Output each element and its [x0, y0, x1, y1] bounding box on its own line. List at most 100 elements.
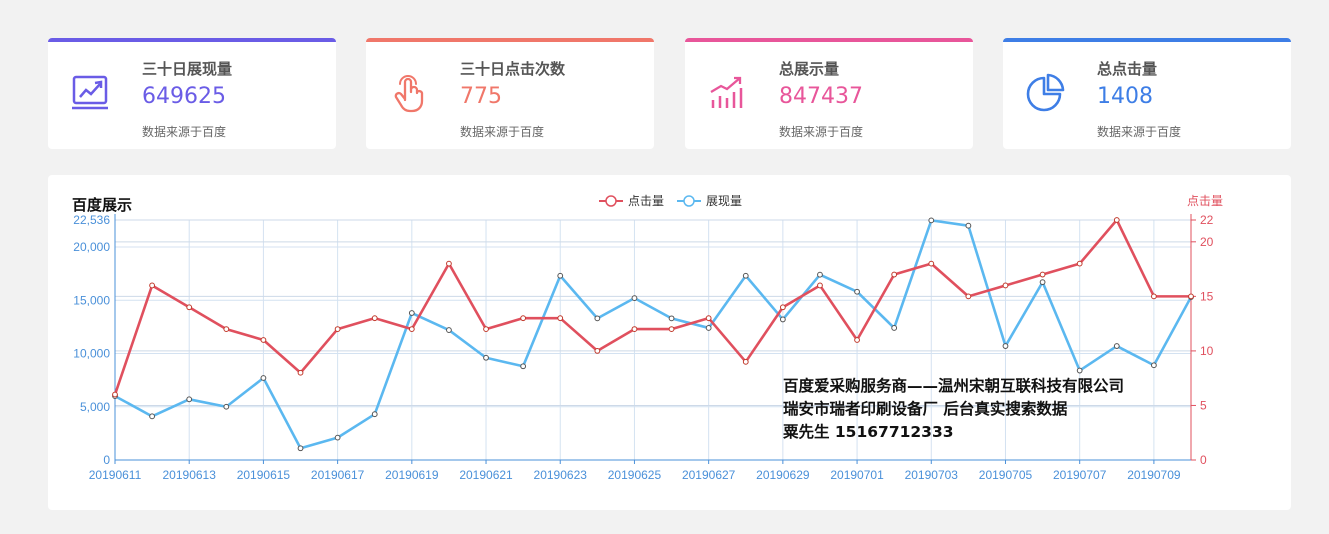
data-point [1150, 362, 1157, 369]
x-tick-label: 20190623 [534, 468, 588, 482]
card-title: 总点击量 [1097, 60, 1158, 78]
data-point [631, 295, 638, 302]
kpi-card-clicks-30d: 三十日点击次数 775 数据来源于百度 [366, 38, 654, 149]
data-point [891, 271, 898, 278]
card-title: 三十日展现量 [142, 60, 233, 78]
kpi-card-impressions-30d: 三十日展现量 649625 数据来源于百度 [48, 38, 336, 149]
x-tick-label: 20190703 [905, 468, 959, 482]
y-right-axis-label: 点击量 [1187, 194, 1223, 208]
x-tick-label: 20190621 [459, 468, 513, 482]
data-point [408, 310, 415, 316]
pie-chart-icon [1026, 73, 1065, 112]
data-point [1039, 279, 1046, 286]
data-point [1002, 343, 1009, 349]
legend-swatch-marker [683, 195, 695, 207]
card-title: 总展示量 [779, 60, 840, 78]
card-value: 649625 [142, 84, 226, 109]
data-point [297, 445, 304, 452]
data-point [1076, 260, 1083, 267]
data-point [742, 358, 749, 365]
data-point [965, 293, 972, 300]
x-tick-label: 20190611 [89, 468, 142, 482]
watermark-text: 百度爱采购服务商——温州宋朝互联科技有限公司 瑞安市瑞者印刷设备厂 后台真实搜索… [783, 375, 1124, 444]
data-point [557, 272, 564, 279]
card-source: 数据来源于百度 [779, 125, 864, 139]
data-point [223, 403, 230, 410]
y-right-tick-label: 5 [1200, 398, 1207, 412]
data-point [557, 315, 564, 322]
watermark-line-3: 粟先生 15167712333 [783, 423, 954, 441]
tap-hand-icon [394, 75, 424, 113]
y-right-tick-label: 0 [1200, 453, 1207, 467]
data-point [891, 325, 898, 331]
card-source: 数据来源于百度 [460, 125, 545, 139]
card-title: 三十日点击次数 [460, 60, 566, 78]
kpi-card-total-clicks: 总点击量 1408 数据来源于百度 [1003, 38, 1291, 149]
card-accent-bar [1003, 38, 1291, 42]
card-value: 1408 [1097, 84, 1153, 109]
x-tick-label: 20190627 [682, 468, 736, 482]
data-point [705, 315, 712, 322]
x-tick-label: 20190613 [163, 468, 217, 482]
impressions-clicks-chart: 0 5,000 10,000 15,000 20,000 22,536 0 5 10 15 20 22… [73, 194, 1223, 482]
data-point [779, 304, 786, 311]
data-point [668, 326, 675, 332]
watermark-line-1: 百度爱采购服务商——温州宋朝互联科技有限公司 [783, 377, 1125, 395]
data-point [1076, 367, 1083, 374]
x-tick-label: 20190625 [608, 468, 662, 482]
card-value: 847437 [779, 84, 863, 109]
y-right-tick-label: 20 [1200, 235, 1214, 249]
y-right-tick-label: 15 [1200, 289, 1214, 303]
y-left-tick-label: 5,000 [80, 400, 110, 414]
data-point [149, 413, 156, 420]
x-tick-label: 20190709 [1127, 468, 1181, 482]
legend-label: 点击量 [628, 194, 664, 208]
data-point [149, 282, 156, 289]
data-point [260, 375, 267, 381]
y-left-tick-label: 15,000 [73, 293, 110, 307]
data-point [446, 327, 452, 333]
data-point [742, 272, 749, 279]
trend-chart-icon [72, 75, 108, 110]
data-point [817, 282, 823, 289]
data-point [1002, 282, 1009, 289]
x-tick-label: 20190619 [385, 468, 439, 482]
data-point [1113, 343, 1120, 349]
data-point [446, 260, 452, 267]
data-point [631, 326, 638, 332]
legend-swatch-marker [605, 195, 617, 207]
x-tick-label: 20190617 [311, 468, 365, 482]
legend-label: 展现量 [706, 194, 742, 208]
data-point [223, 326, 230, 332]
data-point [112, 391, 118, 398]
data-point [594, 315, 601, 322]
card-accent-bar [48, 38, 336, 42]
data-point [779, 316, 786, 323]
data-point [483, 354, 489, 361]
data-point [1150, 293, 1157, 300]
data-point [520, 315, 527, 322]
y-left-tick-label: 20,000 [73, 240, 110, 254]
x-tick-label: 20190629 [756, 468, 810, 482]
data-point [1039, 271, 1046, 278]
bar-growth-icon [710, 76, 743, 108]
card-accent-bar [685, 38, 973, 42]
card-value: 775 [460, 84, 502, 109]
data-point [186, 396, 193, 403]
x-tick-label: 20190705 [979, 468, 1033, 482]
data-point [928, 217, 935, 224]
data-point [817, 271, 823, 278]
data-point [668, 315, 675, 322]
watermark-line-2: 瑞安市瑞者印刷设备厂 后台真实搜索数据 [783, 400, 1068, 418]
data-point [854, 337, 860, 343]
card-accent-bar [366, 38, 654, 42]
y-left-tick-label: 10,000 [73, 347, 110, 361]
data-point [408, 326, 415, 332]
data-point [371, 315, 378, 322]
data-point [371, 411, 378, 418]
data-point [1188, 293, 1194, 300]
y-left-tick-label: 0 [103, 453, 110, 467]
y-right-tick-label: 22 [1200, 213, 1214, 227]
data-point [260, 337, 267, 343]
data-point [594, 348, 601, 354]
